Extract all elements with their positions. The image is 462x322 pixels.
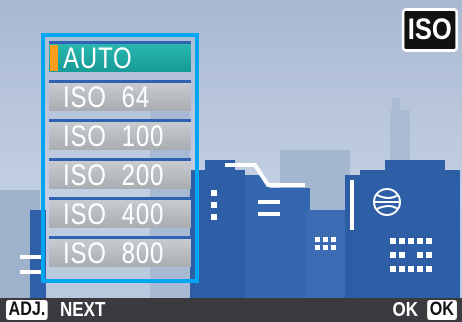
iso-setting-menu: AUTO ISO 64 ISO 100 ISO 200 ISO 400 ISO … [41,33,199,283]
ok-hint-label: OK [392,299,419,321]
next-hint-label: NEXT [60,299,106,321]
adj-button-key[interactable]: ADJ. [6,300,48,320]
iso-option-label: ISO 100 [63,120,165,150]
iso-option-label: ISO 800 [63,237,165,267]
iso-option-auto[interactable]: AUTO [49,41,191,72]
iso-option-100[interactable]: ISO 100 [49,119,191,150]
iso-option-label: ISO 200 [63,159,165,189]
iso-option-200[interactable]: ISO 200 [49,158,191,189]
selection-cursor [50,45,58,71]
iso-option-64[interactable]: ISO 64 [49,80,191,111]
iso-option-label: ISO 64 [63,81,150,111]
iso-option-400[interactable]: ISO 400 [49,197,191,228]
iso-mode-badge: ISO [402,8,458,52]
button-guide-bar: ADJ. NEXT OK OK [0,298,462,322]
iso-option-label: AUTO [63,42,133,72]
ok-button-key[interactable]: OK [426,300,456,320]
camera-lcd-screen: ISO AUTO ISO 64 ISO 100 ISO 200 ISO 400 … [0,0,462,322]
iso-option-800[interactable]: ISO 800 [49,236,191,267]
iso-option-label: ISO 400 [63,198,165,228]
